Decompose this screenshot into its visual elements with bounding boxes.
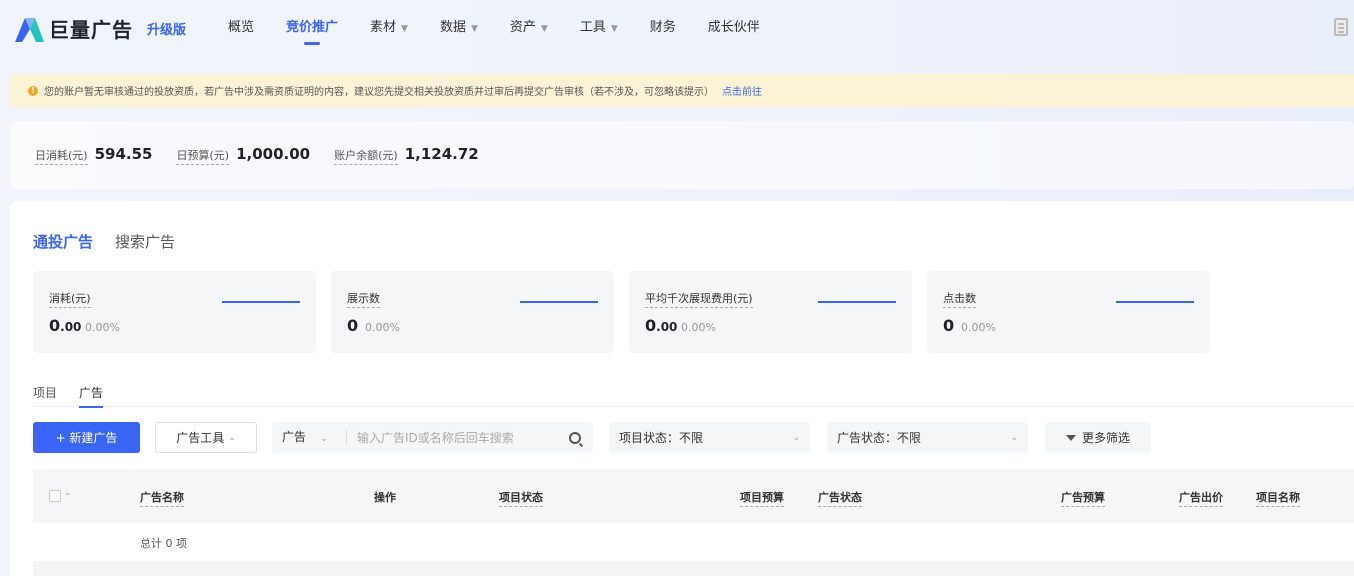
brand-logo-icon: [15, 17, 44, 42]
project-status-select[interactable]: 项目状态：不限 ⌄: [609, 422, 810, 453]
main-panel: 通投广告 搜索广告 消耗(元) 0.00 0.00% 展示数 0 0.00% 平…: [10, 201, 1354, 576]
daily-budget-value: 1,000.00: [236, 145, 311, 163]
column-header[interactable]: 广告出价: [1179, 489, 1223, 507]
account-balance: 账户余额(元) 1,124.72: [334, 145, 479, 165]
chevron-down-icon: ⌄: [228, 432, 236, 443]
daily-spend-value: 594.55: [94, 145, 153, 163]
chevron-down-icon: ▼: [401, 24, 408, 34]
nav-item-assets[interactable]: 资产 ▼: [510, 0, 548, 56]
column-header[interactable]: 项目名称: [1256, 489, 1300, 507]
chevron-down-icon: ▼: [470, 24, 478, 34]
nav-item-finance[interactable]: 财务: [650, 0, 676, 56]
notice-text: 您的账户暂无审核通过的投放资质，若广告中涉及需资质证明的内容，建议您先提交相关投…: [44, 87, 714, 98]
daily-spend: 日消耗(元) 594.55: [35, 145, 152, 165]
search-type-select[interactable]: 广告 ⌄: [272, 430, 347, 445]
daily-spend-label: 日消耗(元): [35, 147, 88, 165]
metric-change: 0.00%: [85, 321, 120, 334]
nav-item-overview[interactable]: 概览: [228, 0, 254, 56]
account-balance-label: 账户余额(元): [334, 147, 398, 165]
metric-trend-line: [222, 301, 300, 303]
chevron-down-icon: ⌄: [792, 432, 800, 443]
tab-ads[interactable]: 广告: [79, 384, 104, 408]
table-footer: [33, 561, 1354, 576]
brand-logo[interactable]: 巨量广告 升级版: [13, 14, 186, 43]
metric-card-clicks[interactable]: 点击数 0 0.00%: [927, 271, 1210, 353]
chevron-down-icon: ▼: [540, 24, 548, 34]
nav-item-growth-partner[interactable]: 成长伙伴: [708, 0, 760, 56]
daily-budget: 日预算(元) 1,000.00: [176, 145, 310, 165]
chevron-down-icon[interactable]: ⌄: [64, 488, 72, 498]
metric-value: 0.00: [49, 316, 82, 335]
account-balance-summary: 日消耗(元) 594.55 日预算(元) 1,000.00 账户余额(元) 1,…: [10, 121, 1354, 189]
ad-tools-dropdown[interactable]: 广告工具 ⌄: [155, 422, 257, 453]
select-all-checkbox[interactable]: [49, 490, 61, 502]
metric-trend-line: [520, 301, 598, 303]
brand-name: 巨量广告: [49, 18, 133, 42]
more-filters-button[interactable]: 更多筛选: [1045, 422, 1151, 453]
column-header[interactable]: 广告名称: [140, 489, 184, 507]
document-icon[interactable]: [1334, 18, 1348, 36]
column-header: 操作: [374, 491, 396, 504]
metric-label: 点击数: [943, 290, 976, 308]
daily-budget-label: 日预算(元): [176, 147, 230, 165]
column-header[interactable]: 项目状态: [499, 489, 543, 507]
tab-search-ads[interactable]: 搜索广告: [115, 231, 175, 252]
metric-change: 0.00%: [681, 321, 716, 334]
chevron-down-icon: ⌄: [320, 434, 328, 444]
column-header[interactable]: 项目预算: [740, 489, 784, 507]
nav-item-data[interactable]: 数据 ▼: [440, 0, 478, 56]
metric-card-spend[interactable]: 消耗(元) 0.00 0.00%: [33, 271, 316, 353]
top-nav-bar: 巨量广告 升级版 概览 竞价推广 素材 ▼ 数据 ▼ 资产 ▼ 工具 ▼ 财务 成长伙伴: [0, 0, 1354, 56]
notice-link[interactable]: 点击前往: [722, 83, 762, 98]
ad-type-tabs: 通投广告 搜索广告: [33, 231, 197, 252]
metric-change: 0.00%: [961, 321, 996, 334]
metric-trend-line: [818, 301, 896, 303]
metric-label: 平均千次展现费用(元): [645, 290, 753, 308]
metric-trend-line: [1116, 301, 1194, 303]
metric-value: 0: [943, 316, 955, 335]
ad-status-select[interactable]: 广告状态：不限 ⌄: [827, 422, 1028, 453]
warning-icon: !: [28, 85, 38, 96]
nav-item-tools[interactable]: 工具 ▼: [580, 0, 618, 56]
account-balance-value: 1,124.72: [404, 145, 479, 163]
metric-change: 0.00%: [365, 321, 400, 334]
metric-value: 0.00: [645, 316, 678, 335]
new-ad-button[interactable]: + 新建广告: [33, 422, 140, 453]
table-summary-row: 总计 0 项: [33, 523, 1354, 561]
column-header[interactable]: 广告预算: [1061, 489, 1105, 507]
chevron-down-icon: ▼: [610, 24, 618, 34]
main-nav: 概览 竞价推广 素材 ▼ 数据 ▼ 资产 ▼ 工具 ▼ 财务 成长伙伴: [228, 0, 792, 56]
metric-card-impressions[interactable]: 展示数 0 0.00%: [331, 271, 614, 353]
chevron-down-icon: ⌄: [1010, 432, 1018, 443]
nav-item-bidding-promotion[interactable]: 竞价推广: [286, 0, 338, 56]
metric-card-cpm[interactable]: 平均千次展现费用(元) 0.00 0.00%: [629, 271, 912, 353]
tab-projects[interactable]: 项目: [33, 384, 57, 407]
search-icon[interactable]: [569, 431, 581, 444]
filter-icon: [1065, 434, 1076, 441]
column-header[interactable]: 广告状态: [818, 489, 862, 507]
metric-label: 消耗(元): [49, 290, 91, 308]
search-input[interactable]: 输入广告ID或名称后回车搜索: [347, 429, 569, 446]
total-count: 总计 0 项: [140, 537, 187, 550]
nav-item-materials[interactable]: 素材 ▼: [370, 0, 408, 56]
level-tabs: 项目 广告: [33, 384, 1354, 408]
table-header: ⌄ 广告名称 操作 项目状态 项目预算 广告状态 广告预算 广告出价 项目名称: [33, 469, 1354, 523]
metric-value: 0: [347, 316, 359, 335]
brand-badge: 升级版: [147, 23, 187, 38]
ad-search: 广告 ⌄ 输入广告ID或名称后回车搜索: [272, 422, 593, 453]
tab-general-ads[interactable]: 通投广告: [33, 231, 93, 252]
qualification-notice: ! 您的账户暂无审核通过的投放资质，若广告中涉及需资质证明的内容，建议您先提交相…: [10, 74, 1354, 107]
metric-label: 展示数: [347, 290, 380, 308]
